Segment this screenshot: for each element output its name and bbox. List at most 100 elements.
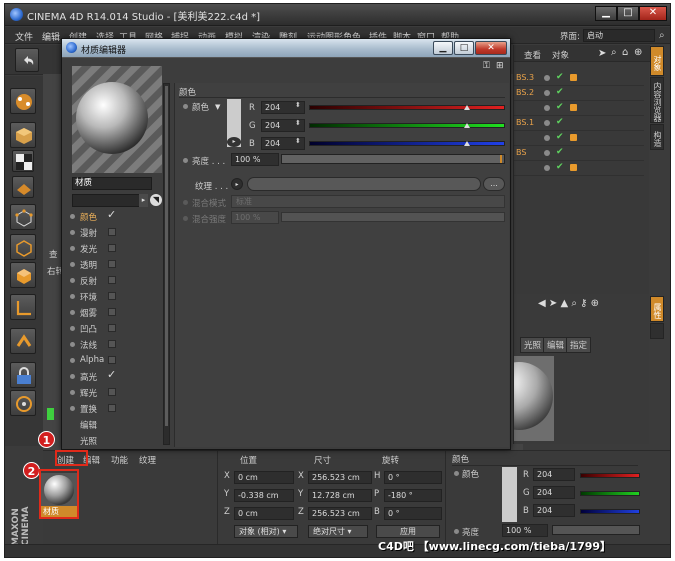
coord-rot-field[interactable]: 0 °	[384, 507, 442, 520]
channel-item[interactable]: Alpha	[70, 354, 160, 369]
polygons-mode-button[interactable]	[10, 262, 36, 288]
channel-checkbox[interactable]	[108, 356, 116, 364]
texture-mode-button[interactable]	[12, 150, 34, 172]
add-icon[interactable]: ⊕	[634, 47, 642, 58]
axis-tool-button[interactable]	[10, 294, 36, 320]
object-manager-tab-view[interactable]: 查看	[524, 49, 541, 61]
bottom-r-field[interactable]: 204	[533, 468, 575, 481]
visibility-dot-icon[interactable]	[544, 75, 550, 81]
workplane-button[interactable]	[12, 176, 34, 198]
object-row[interactable]: BS.1 ✔	[514, 116, 644, 131]
object-manager-tab-objects[interactable]: 对象	[552, 49, 569, 61]
object-row[interactable]: BS.2 ✔	[514, 86, 644, 101]
channel-checkbox[interactable]	[108, 260, 116, 268]
channel-checkbox[interactable]	[108, 404, 116, 412]
channel-checkbox[interactable]	[108, 276, 116, 284]
add-icon[interactable]: ⊕	[591, 298, 599, 309]
bottom-brightness-field[interactable]: 100 %	[502, 524, 548, 537]
coord-mode-dropdown[interactable]: 对象 (相对) ▾	[234, 525, 298, 538]
material-editor-minimize-button[interactable]: ▁	[433, 41, 453, 55]
menu-item-0[interactable]: 文件	[15, 30, 33, 43]
channel-item[interactable]: 置换	[70, 402, 160, 417]
arrow-icon[interactable]: ➤	[598, 48, 606, 59]
enabled-check-icon[interactable]: ✔	[556, 72, 564, 82]
material-tag-icon[interactable]	[570, 164, 577, 171]
expand-icon[interactable]: ⊞	[496, 61, 504, 71]
search-icon[interactable]: ⌕	[611, 47, 617, 58]
channel-item[interactable]: 颜色 ✓	[70, 208, 160, 225]
home-icon[interactable]: ⌂	[622, 47, 628, 58]
search-icon[interactable]: ⌕	[659, 30, 665, 41]
lock-tool-button[interactable]	[10, 362, 36, 388]
object-row[interactable]: BS ✔	[514, 146, 644, 161]
bottom-color-swatch[interactable]	[502, 467, 517, 522]
object-row[interactable]: ✔	[514, 161, 644, 176]
channel-item[interactable]: 环境	[70, 290, 160, 305]
b-stepper-icon[interactable]: ⬍	[295, 137, 301, 145]
lock-icon[interactable]: ⚿	[483, 61, 490, 71]
enabled-check-icon[interactable]: ✔	[556, 147, 564, 157]
channel-scrollbar[interactable]	[163, 83, 170, 445]
b-slider[interactable]	[309, 141, 505, 146]
enabled-check-icon[interactable]: ✔	[556, 87, 564, 97]
bottom-b-slider[interactable]	[580, 509, 640, 514]
coord-rot-field[interactable]: 0 °	[384, 471, 442, 484]
attr-tab-lighting[interactable]: 光照	[520, 337, 546, 353]
coord-pos-field[interactable]: 0 cm	[234, 507, 294, 520]
channel-checkbox[interactable]	[108, 388, 116, 396]
coord-pos-field[interactable]: 0 cm	[234, 471, 294, 484]
g-slider[interactable]	[309, 123, 505, 128]
texture-arrow-icon[interactable]: ▸	[231, 178, 243, 190]
arrow-icon[interactable]: ➤	[549, 298, 557, 309]
visibility-dot-icon[interactable]	[544, 105, 550, 111]
channel-checkbox[interactable]	[108, 324, 116, 332]
brightness-field[interactable]: 100 %	[231, 153, 279, 166]
channel-checkbox[interactable]	[108, 308, 116, 316]
r-slider[interactable]	[309, 105, 505, 110]
channel-checkbox[interactable]	[108, 244, 116, 252]
channel-item[interactable]: 法线	[70, 338, 160, 353]
object-row[interactable]: ✔	[514, 131, 644, 146]
enabled-check-icon[interactable]: ✔	[556, 132, 564, 142]
bottom-brightness-slider[interactable]	[552, 525, 640, 535]
lock-icon[interactable]: ⚷	[580, 298, 587, 309]
coord-size-field[interactable]: 256.523 cm	[308, 507, 372, 520]
channel-item[interactable]: 反射	[70, 274, 160, 289]
points-mode-button[interactable]	[10, 204, 36, 230]
select-tool-button[interactable]	[10, 88, 36, 114]
material-tag-icon[interactable]	[570, 104, 577, 111]
coord-size-field[interactable]: 12.728 cm	[308, 489, 372, 502]
model-mode-button[interactable]	[10, 122, 36, 148]
tab-layers[interactable]	[650, 323, 664, 339]
tab-objects[interactable]: 对象	[650, 46, 664, 76]
visibility-dot-icon[interactable]	[544, 135, 550, 141]
snap-tool-button[interactable]	[10, 390, 36, 416]
material-manager-tab-2[interactable]: 功能	[111, 454, 128, 466]
coord-rot-field[interactable]: -180 °	[384, 489, 442, 502]
enabled-check-icon[interactable]: ✔	[556, 117, 564, 127]
channel-item[interactable]: 高光 ✓	[70, 368, 160, 385]
tab-structure[interactable]: 构造	[650, 124, 664, 150]
channel-item[interactable]: 发光	[70, 242, 160, 257]
g-stepper-icon[interactable]: ⬍	[295, 119, 301, 127]
attr-tab-edit[interactable]: 编辑	[543, 337, 569, 353]
channel-checkbox[interactable]	[108, 292, 116, 300]
channel-item[interactable]: 烟雾	[70, 306, 160, 321]
bottom-b-field[interactable]: 204	[533, 504, 575, 517]
object-row[interactable]: ✔	[514, 101, 644, 116]
object-row[interactable]: BS.3 ✔	[514, 71, 644, 86]
channel-checkbox[interactable]	[108, 228, 116, 236]
material-name-field[interactable]: 材质	[72, 177, 152, 190]
channel-check-icon[interactable]: ✓	[107, 368, 116, 381]
close-button[interactable]: ✕	[639, 6, 667, 21]
apply-button[interactable]: 应用	[376, 525, 440, 538]
mix-strength-field[interactable]: 100 %	[231, 211, 279, 224]
visibility-dot-icon[interactable]	[544, 90, 550, 96]
material-tag-icon[interactable]	[570, 74, 577, 81]
material-preset-field[interactable]	[72, 194, 140, 207]
edges-mode-button[interactable]	[10, 234, 36, 260]
material-editor-maximize-button[interactable]: □	[454, 41, 474, 55]
channel-item[interactable]: 光照	[70, 434, 160, 449]
search-icon[interactable]: ⌕	[571, 298, 577, 309]
material-manager-tab-3[interactable]: 纹理	[139, 454, 156, 466]
